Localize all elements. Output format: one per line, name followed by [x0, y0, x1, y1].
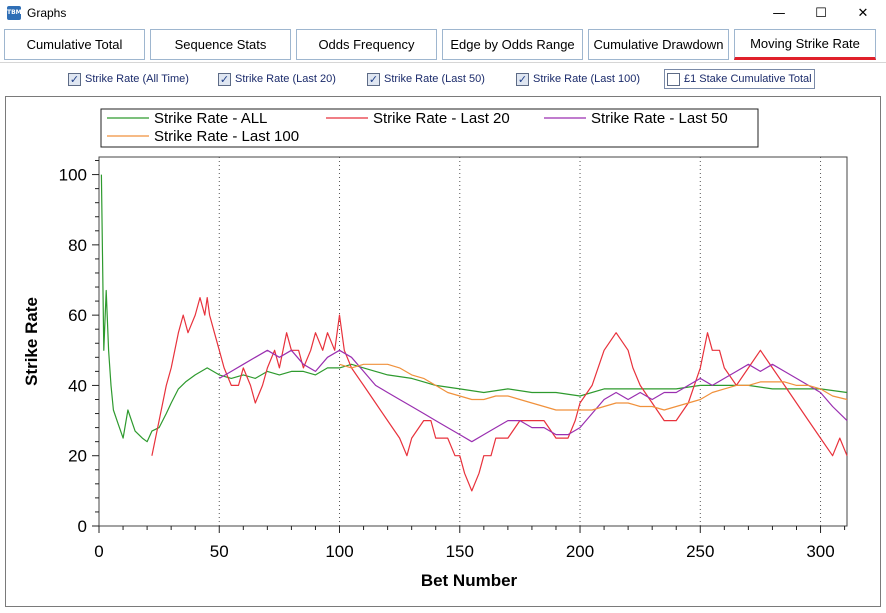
x-tick-label: 100	[325, 542, 353, 561]
series-line	[339, 363, 848, 411]
y-tick-label: 100	[59, 166, 87, 185]
plot-area	[98, 156, 848, 527]
checkbox-strike-rate-last-20[interactable]: ✓ Strike Rate (Last 20)	[218, 69, 336, 89]
checkmark-icon: ✓	[218, 72, 231, 86]
series-line	[218, 349, 848, 443]
y-axis-label: Strike Rate	[22, 297, 41, 386]
x-tick-label: 250	[686, 542, 714, 561]
checkbox-label: Strike Rate (All Time)	[85, 73, 189, 85]
x-tick-label: 200	[566, 542, 594, 561]
tab-cumulative-total[interactable]: Cumulative Total	[4, 29, 145, 60]
legend-entry: Strike Rate - Last 100	[154, 128, 299, 145]
graphs-window: TBM Graphs — ☐ ✕ Cumulative Total Sequen…	[0, 0, 886, 613]
strike-rate-chart: 0 20 40 60 80 100 0 50 100 150 200 250 300 Bet Number…	[22, 108, 848, 590]
legend-entry: Strike Rate - ALL	[154, 110, 267, 127]
tab-edge-by-odds-range[interactable]: Edge by Odds Range	[442, 29, 583, 60]
checkbox-empty-icon	[667, 72, 680, 86]
checkmark-icon: ✓	[68, 72, 81, 86]
tab-odds-frequency[interactable]: Odds Frequency	[296, 29, 437, 60]
series-toggle-bar: ✓ Strike Rate (All Time) ✓ Strike Rate (…	[0, 66, 886, 94]
tab-moving-strike-rate[interactable]: Moving Strike Rate	[734, 29, 876, 60]
x-tick-label: 50	[210, 542, 229, 561]
y-tick-label: 0	[78, 517, 87, 536]
checkbox-strike-rate-last-100[interactable]: ✓ Strike Rate (Last 100)	[516, 69, 640, 89]
checkbox-label: Strike Rate (Last 100)	[533, 73, 640, 85]
x-tick-label: 300	[806, 542, 834, 561]
tab-cumulative-drawdown[interactable]: Cumulative Drawdown	[588, 29, 729, 60]
minimize-button[interactable]: —	[759, 0, 799, 27]
checkbox-strike-rate-last-50[interactable]: ✓ Strike Rate (Last 50)	[367, 69, 485, 89]
y-tick-label: 80	[68, 236, 87, 255]
checkbox-stake-cumulative-total[interactable]: £1 Stake Cumulative Total	[664, 69, 815, 89]
checkmark-icon: ✓	[367, 72, 380, 86]
x-tick-label: 0	[94, 542, 103, 561]
window-title: Graphs	[27, 6, 67, 20]
checkbox-label: Strike Rate (Last 50)	[384, 73, 485, 85]
x-axis-label: Bet Number	[421, 571, 518, 590]
y-tick-label: 40	[68, 376, 87, 395]
checkmark-icon: ✓	[516, 72, 529, 86]
maximize-button[interactable]: ☐	[801, 0, 841, 27]
series-line	[100, 174, 848, 443]
tab-sequence-stats[interactable]: Sequence Stats	[150, 29, 291, 60]
tab-bar: Cumulative Total Sequence Stats Odds Fre…	[0, 27, 886, 63]
checkbox-strike-rate-all-time[interactable]: ✓ Strike Rate (All Time)	[68, 69, 189, 89]
app-icon: TBM	[7, 6, 22, 20]
series-line	[151, 297, 848, 492]
y-tick-label: 20	[68, 447, 87, 466]
legend-entry: Strike Rate - Last 20	[373, 110, 510, 127]
x-tick-label: 150	[446, 542, 474, 561]
y-tick-label: 60	[68, 306, 87, 325]
checkbox-label: £1 Stake Cumulative Total	[684, 73, 812, 85]
checkbox-label: Strike Rate (Last 20)	[235, 73, 336, 85]
chart-panel: 0 20 40 60 80 100 0 50 100 150 200 250 300 Bet Number…	[5, 96, 881, 607]
legend-entry: Strike Rate - Last 50	[591, 110, 728, 127]
close-button[interactable]: ✕	[843, 0, 883, 27]
title-bar: TBM Graphs — ☐ ✕	[0, 0, 886, 27]
